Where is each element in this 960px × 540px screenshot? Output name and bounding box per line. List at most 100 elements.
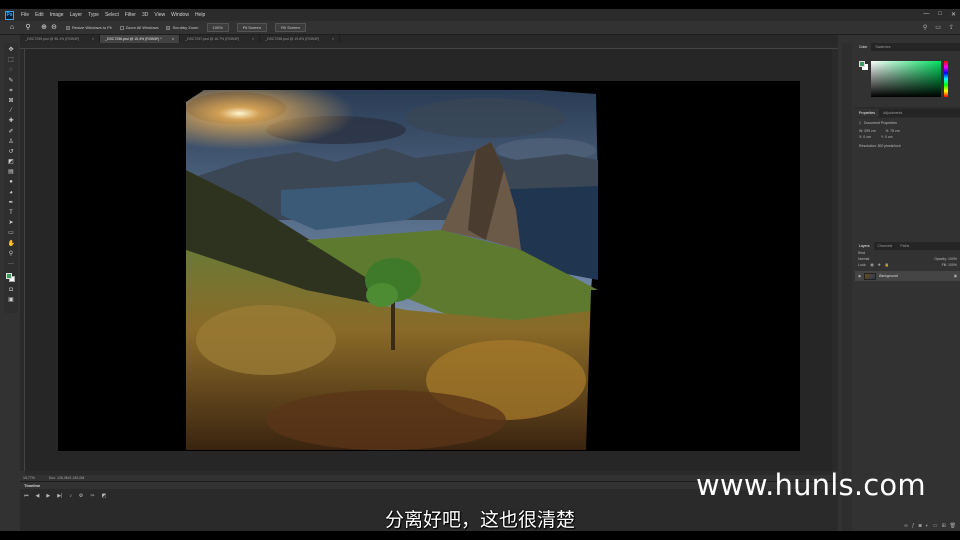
opacity-field[interactable]: Opacity: 100%	[934, 257, 957, 261]
clone-stamp-tool-icon[interactable]: ♙	[8, 139, 15, 146]
more-tools-icon[interactable]: ···	[8, 261, 15, 268]
tab-swatches[interactable]: Swatches	[871, 43, 894, 51]
menu-type[interactable]: Type	[85, 12, 102, 18]
eraser-tool-icon[interactable]: ◩	[8, 159, 15, 166]
canvas-pasteboard[interactable]	[25, 49, 832, 471]
tab-channels[interactable]: Channels	[874, 242, 897, 250]
healing-brush-tool-icon[interactable]: ✚	[8, 118, 15, 125]
type-tool-icon[interactable]: T	[8, 210, 15, 217]
resize-windows-checkbox[interactable]: Resize Windows to Fit	[66, 25, 112, 30]
pen-tool-icon[interactable]: ✒	[8, 200, 15, 207]
color-picker-field[interactable]	[871, 61, 941, 97]
color-swatches[interactable]	[6, 273, 16, 283]
tab-dsc7256[interactable]: _DSC7256.psd @ 15,4% (RGB/8*) * ×	[100, 35, 180, 43]
quick-mask-icon[interactable]: ◘	[8, 287, 15, 294]
tab-dsc7259[interactable]: _DSC7259.psd @ 96,1% (RGB/8*) ×	[20, 35, 100, 43]
zoom-level[interactable]: 16,77%	[23, 476, 35, 480]
zoom-all-checkbox[interactable]: Zoom All Windows	[119, 25, 158, 30]
y-field[interactable]: Y: 0 cm	[881, 135, 893, 139]
play-icon[interactable]: ▶	[46, 493, 50, 499]
menu-filter[interactable]: Filter	[122, 12, 139, 18]
lasso-tool-icon[interactable]: ◌	[8, 67, 15, 74]
lock-all-icon[interactable]: 🔒	[885, 263, 889, 267]
screen-mode-icon[interactable]: ▣	[8, 297, 15, 304]
fill-field[interactable]: Fill: 100%	[942, 263, 957, 267]
menu-file[interactable]: File	[18, 12, 32, 18]
menu-image[interactable]: Image	[47, 12, 67, 18]
quick-select-tool-icon[interactable]: ✎	[8, 78, 15, 85]
menu-view[interactable]: View	[151, 12, 168, 18]
layer-kind-filter[interactable]: Kind	[858, 251, 865, 255]
blur-tool-icon[interactable]: ●	[8, 179, 15, 186]
menu-select[interactable]: Select	[102, 12, 122, 18]
x-field[interactable]: X: 0 cm	[859, 135, 871, 139]
menu-bar: Ps File Edit Image Layer Type Select Fil…	[0, 9, 960, 21]
document-canvas[interactable]	[58, 81, 800, 451]
color-panel	[855, 51, 960, 107]
share-icon[interactable]: ⇪	[949, 24, 954, 31]
width-field[interactable]: W: 299 cm	[859, 129, 876, 133]
tab-properties[interactable]: Properties	[855, 109, 879, 117]
menu-window[interactable]: Window	[168, 12, 192, 18]
zoom-tool-icon[interactable]: ⚲	[24, 24, 32, 32]
tab-close-icon[interactable]: ×	[172, 37, 174, 41]
lock-pixels-icon[interactable]: ▦	[870, 263, 873, 267]
zoom-in-icon[interactable]: ⊕	[40, 24, 48, 32]
path-select-tool-icon[interactable]: ➤	[8, 220, 15, 227]
workspace-icon[interactable]: ▭	[935, 24, 941, 31]
history-brush-tool-icon[interactable]: ↺	[8, 149, 15, 156]
menu-edit[interactable]: Edit	[32, 12, 47, 18]
tab-close-icon[interactable]: ×	[92, 37, 94, 41]
tab-close-icon[interactable]: ×	[332, 37, 334, 41]
first-frame-icon[interactable]: ⏮	[24, 493, 29, 499]
right-panels: Color Swatches Properties Adjustments ▯ …	[855, 43, 960, 531]
home-icon[interactable]: ⌂	[8, 24, 16, 32]
tab-color[interactable]: Color	[855, 43, 872, 51]
hand-tool-icon[interactable]: ✋	[8, 241, 15, 248]
layer-row-background[interactable]: ◉ Background ▣	[855, 271, 960, 281]
crop-tool-icon[interactable]: ⌗	[8, 88, 15, 95]
vertical-scrollbar[interactable]	[832, 49, 838, 471]
tab-dsc7258[interactable]: _DSC7258.psd @ 19,6% (RGB/8*) ×	[260, 35, 340, 43]
fill-screen-button[interactable]: Fill Screen	[274, 23, 306, 32]
tab-dsc7257[interactable]: _DSC7257.psd @ 16,7% (RGB/8*) ×	[180, 35, 260, 43]
zoom-out-icon[interactable]: ⊖	[50, 24, 58, 32]
dodge-tool-icon[interactable]: ◕	[8, 190, 15, 197]
gradient-tool-icon[interactable]: ▤	[8, 169, 15, 176]
marquee-tool-icon[interactable]: ⬚	[8, 57, 15, 64]
eyedropper-tool-icon[interactable]: ⁄	[8, 108, 15, 115]
zoom-tool-icon[interactable]: ⚲	[8, 251, 15, 258]
zoom-100-button[interactable]: 100%	[206, 23, 229, 32]
maximize-button[interactable]: □	[938, 11, 942, 18]
brush-tool-icon[interactable]: ✐	[8, 129, 15, 136]
lock-position-icon[interactable]: ✥	[878, 263, 881, 267]
next-frame-icon[interactable]: ▶|	[57, 493, 62, 499]
audio-icon[interactable]: ♪	[69, 493, 72, 499]
tab-layers[interactable]: Layers	[855, 242, 874, 250]
foreground-color-swatch[interactable]	[6, 273, 12, 280]
hue-slider[interactable]	[944, 61, 948, 97]
scrubby-zoom-checkbox[interactable]: Scrubby Zoom	[166, 25, 199, 30]
tab-close-icon[interactable]: ×	[252, 37, 254, 41]
settings-icon[interactable]: ⚙	[79, 493, 83, 499]
menu-layer[interactable]: Layer	[67, 12, 86, 18]
move-tool-icon[interactable]: ✥	[8, 47, 15, 54]
prev-frame-icon[interactable]: ◀	[36, 493, 40, 499]
shape-tool-icon[interactable]: ▭	[8, 230, 15, 237]
close-button[interactable]: ✕	[951, 11, 956, 18]
height-field[interactable]: H: 75 cm	[886, 129, 900, 133]
split-icon[interactable]: ✂	[90, 493, 94, 499]
tab-paths[interactable]: Paths	[896, 242, 913, 250]
foreground-color-chip[interactable]	[859, 61, 865, 67]
visibility-eye-icon[interactable]: ◉	[858, 274, 861, 278]
search-icon[interactable]: ⚲	[923, 24, 927, 31]
menu-3d[interactable]: 3D	[139, 12, 151, 18]
fit-screen-button[interactable]: Fit Screen	[236, 23, 267, 32]
tab-adjustments[interactable]: Adjustments	[879, 109, 906, 117]
menu-help[interactable]: Help	[192, 12, 208, 18]
minimize-button[interactable]: —	[923, 11, 929, 18]
frame-tool-icon[interactable]: ⊠	[8, 98, 15, 105]
watermark-text: www.hunls.com	[696, 468, 926, 502]
blend-mode-select[interactable]: Normal	[858, 257, 869, 261]
transition-icon[interactable]: ◩	[102, 493, 107, 499]
